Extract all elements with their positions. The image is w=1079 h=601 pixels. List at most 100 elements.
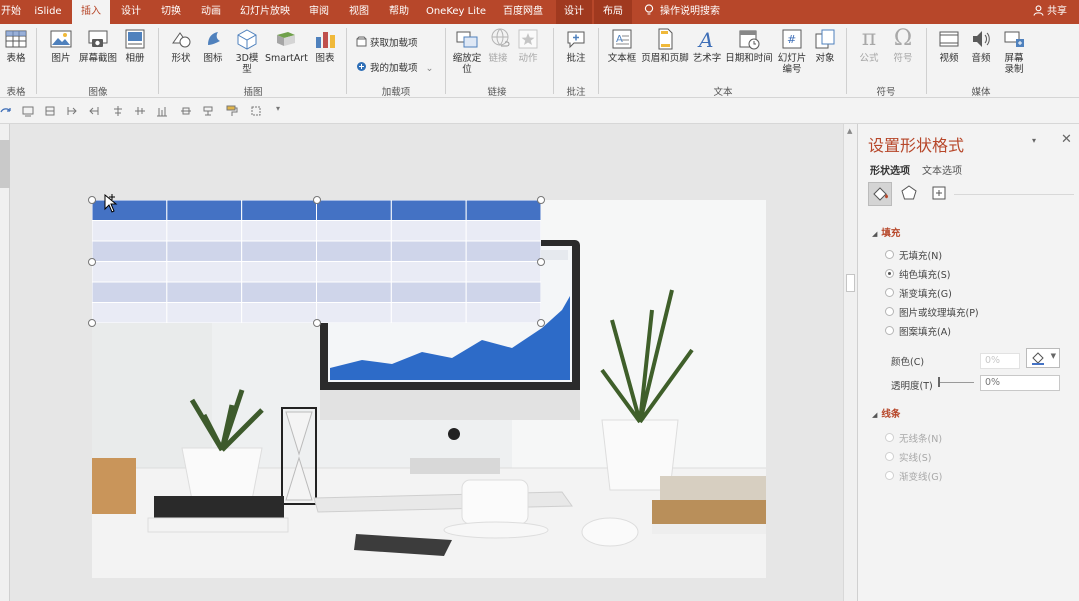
slide-number-button[interactable]: # 幻灯片编号 xyxy=(776,27,808,75)
tab-review[interactable]: 审阅 xyxy=(302,0,336,24)
table-cell[interactable] xyxy=(465,302,541,324)
radio-solid-fill[interactable] xyxy=(885,269,894,278)
datetime-button[interactable]: 日期和时间 xyxy=(724,27,774,64)
table-cell[interactable] xyxy=(316,281,392,303)
table-cell[interactable] xyxy=(166,261,243,283)
radio-solid-line[interactable] xyxy=(885,452,894,461)
solid-line-label[interactable]: 实线(S) xyxy=(899,450,931,464)
toolbar-icon[interactable] xyxy=(180,105,192,117)
scroll-thumb[interactable] xyxy=(846,274,855,292)
toolbar-icon[interactable] xyxy=(22,105,34,117)
tab-help[interactable]: 帮助 xyxy=(382,0,416,24)
table-cell[interactable] xyxy=(241,302,318,324)
transparency-input[interactable]: 0% xyxy=(980,375,1060,391)
table-cell[interactable] xyxy=(92,220,168,242)
resize-handle[interactable] xyxy=(537,319,545,327)
toolbar-icon[interactable] xyxy=(156,105,168,117)
slide-thumbnail-strip[interactable] xyxy=(0,124,10,601)
resize-handle[interactable] xyxy=(313,319,321,327)
zoom-button[interactable]: 缩放定位 xyxy=(452,27,482,75)
pane-options-icon[interactable]: ▾ xyxy=(1032,136,1036,145)
thumbnail-scroll-thumb[interactable] xyxy=(0,140,10,188)
table-header-cell[interactable] xyxy=(316,200,392,221)
table-cell[interactable] xyxy=(465,261,541,283)
table-cell[interactable] xyxy=(316,220,392,242)
resize-handle[interactable] xyxy=(88,196,96,204)
table-cell[interactable] xyxy=(390,302,467,324)
table-cell[interactable] xyxy=(241,240,318,262)
table-cell[interactable] xyxy=(166,240,243,262)
equation-button[interactable]: π 公式 xyxy=(855,27,883,65)
tab-text-options[interactable]: 文本选项 xyxy=(922,162,962,177)
radio-no-line[interactable] xyxy=(885,433,894,442)
radio-gradient-line[interactable] xyxy=(885,471,894,480)
screenshot-button[interactable]: 屏幕截图 xyxy=(78,27,118,64)
size-properties-tab[interactable] xyxy=(928,182,952,206)
table-cell[interactable] xyxy=(316,302,392,324)
transparency-slider[interactable] xyxy=(938,382,974,383)
table-cell[interactable] xyxy=(166,302,243,324)
solid-fill-label[interactable]: 纯色填充(S) xyxy=(899,267,950,281)
table-cell[interactable] xyxy=(241,261,318,283)
tab-islide[interactable]: iSlide xyxy=(28,0,68,24)
comment-button[interactable]: 批注 xyxy=(563,27,589,64)
table-cell[interactable] xyxy=(465,240,541,262)
radio-gradient-fill[interactable] xyxy=(885,288,894,297)
tab-onekey-lite[interactable]: OneKey Lite xyxy=(422,0,490,24)
tab-table-design[interactable]: 设计 xyxy=(556,0,592,24)
selected-table[interactable] xyxy=(88,194,545,327)
close-icon[interactable]: ✕ xyxy=(1061,132,1072,147)
fill-section-header[interactable]: ◢ 填充 xyxy=(872,225,900,239)
resize-handle[interactable] xyxy=(88,258,96,266)
tab-design[interactable]: 设计 xyxy=(114,0,148,24)
table-cell[interactable] xyxy=(92,240,168,262)
table-cell[interactable] xyxy=(465,220,541,242)
gradient-line-label[interactable]: 渐变线(G) xyxy=(899,469,942,483)
format-painter-icon[interactable] xyxy=(226,105,238,117)
table-cell[interactable] xyxy=(241,281,318,303)
vertical-scrollbar[interactable]: ▲ xyxy=(843,124,857,601)
table-header-cell[interactable] xyxy=(465,200,541,221)
link-button[interactable]: 链接 xyxy=(488,27,510,64)
textbox-button[interactable]: A 文本框 xyxy=(607,27,637,64)
table-cell[interactable] xyxy=(390,220,467,242)
effects-tab[interactable] xyxy=(898,182,922,206)
audio-button[interactable]: 音频 xyxy=(968,27,994,64)
my-addins-button[interactable]: 我的加载项 ⌄ xyxy=(356,60,433,74)
tab-baidu-netdisk[interactable]: 百度网盘 xyxy=(498,0,548,24)
table-cell[interactable] xyxy=(166,220,243,242)
toolbar-icon[interactable] xyxy=(88,105,100,117)
toolbar-icon[interactable] xyxy=(66,105,78,117)
wordart-button[interactable]: A 艺术字 xyxy=(692,27,722,64)
table-cell[interactable] xyxy=(92,281,168,303)
tab-home[interactable]: 开始 xyxy=(0,0,22,24)
no-line-label[interactable]: 无线条(N) xyxy=(899,431,942,445)
radio-no-fill[interactable] xyxy=(885,250,894,259)
redo-icon[interactable] xyxy=(0,105,12,117)
tab-table-layout[interactable]: 布局 xyxy=(594,0,632,24)
album-button[interactable]: 相册 xyxy=(122,27,148,64)
toolbar-icon[interactable] xyxy=(112,105,124,117)
table-cell[interactable] xyxy=(166,281,243,303)
no-fill-label[interactable]: 无填充(N) xyxy=(899,248,942,262)
chart-button[interactable]: 图表 xyxy=(313,27,337,64)
table-button[interactable]: 表格 xyxy=(4,27,28,64)
icons-button[interactable]: 图标 xyxy=(202,27,224,64)
scroll-up-icon[interactable]: ▲ xyxy=(847,127,852,135)
table-header-cell[interactable] xyxy=(390,200,467,221)
radio-pattern-fill[interactable] xyxy=(885,326,894,335)
table-cell[interactable] xyxy=(390,261,467,283)
tab-insert[interactable]: 插入 xyxy=(72,0,110,24)
tab-slideshow[interactable]: 幻灯片放映 xyxy=(236,0,294,24)
table-grid[interactable] xyxy=(92,200,541,323)
color-picker-button[interactable]: ▼ xyxy=(1026,348,1060,368)
tab-view[interactable]: 视图 xyxy=(342,0,376,24)
resize-handle[interactable] xyxy=(313,196,321,204)
fill-line-tab[interactable] xyxy=(868,182,892,206)
table-cell[interactable] xyxy=(92,261,168,283)
object-button[interactable]: 对象 xyxy=(812,27,838,64)
table-cell[interactable] xyxy=(390,240,467,262)
3d-models-button[interactable]: 3D模型 xyxy=(233,27,261,75)
shapes-button[interactable]: 形状 xyxy=(168,27,194,64)
action-button[interactable]: 动作 xyxy=(515,27,541,64)
